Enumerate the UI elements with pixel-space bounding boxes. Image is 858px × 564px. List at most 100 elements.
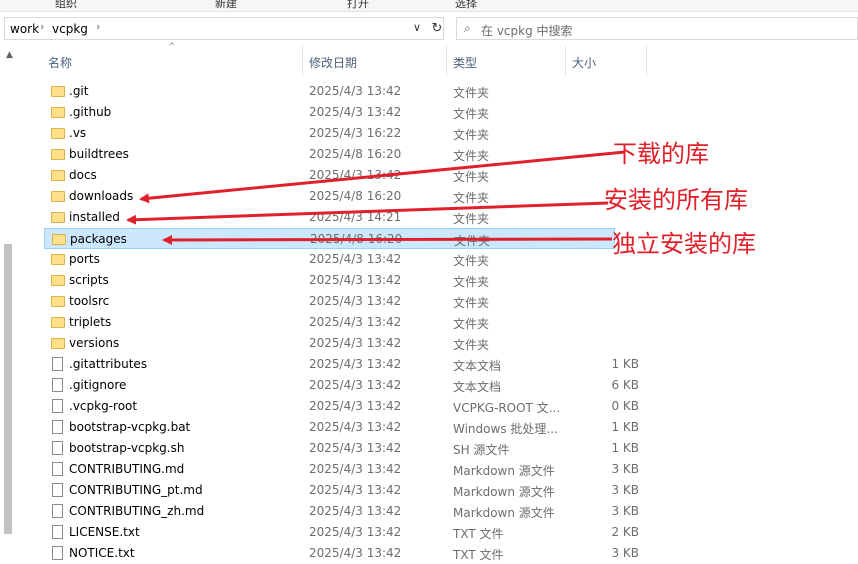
search-input[interactable]: 在 vcpkg 中搜索 (481, 22, 573, 39)
file-icon (51, 399, 65, 414)
file-modified-date: 2025/4/3 13:42 (309, 294, 402, 308)
file-modified-date: 2025/4/3 13:42 (309, 525, 402, 539)
text-file-icon (51, 546, 65, 561)
file-row[interactable]: CONTRIBUTING_pt.md 2025/4/3 13:42 Markdown… (44, 480, 639, 501)
file-type: 文件夹 (453, 317, 490, 331)
file-modified-date: 2025/4/8 16:20 (310, 232, 403, 246)
file-size: 0 KB (611, 399, 639, 413)
file-name: .git (69, 84, 89, 98)
file-name: .gitattributes (69, 357, 148, 371)
breadcrumb-work[interactable]: work (10, 22, 39, 36)
file-type: SH 源文件 (453, 443, 510, 457)
file-name: bootstrap-vcpkg.bat (69, 420, 191, 434)
breadcrumb-chevron-icon[interactable]: › (40, 20, 44, 33)
breadcrumb-vcpkg[interactable]: vcpkg (52, 22, 88, 36)
file-type: Markdown 源文件 (453, 485, 555, 499)
file-row[interactable]: downloads 2025/4/8 16:20 文件夹 (44, 186, 615, 207)
file-modified-date: 2025/4/3 13:42 (309, 504, 402, 518)
file-row[interactable]: LICENSE.txt 2025/4/3 13:42 TXT 文件 2 KB (44, 522, 639, 543)
column-header-size[interactable]: 大小 (566, 48, 646, 76)
file-type: VCPKG-ROOT 文... (453, 401, 561, 415)
column-header-date[interactable]: 修改日期 (303, 48, 445, 76)
file-type: 文件夹 (453, 170, 490, 184)
file-type: 文件夹 (453, 86, 490, 100)
file-name: docs (69, 168, 97, 182)
file-row[interactable]: .vcpkg-root 2025/4/3 13:42 VCPKG-ROOT 文...… (44, 396, 639, 417)
file-type: TXT 文件 (453, 548, 504, 562)
file-size: 1 KB (611, 441, 639, 455)
refresh-icon[interactable]: ↻ (428, 17, 446, 40)
toolbar-new[interactable]: 新建 (215, 0, 237, 11)
file-name: CONTRIBUTING_zh.md (69, 504, 205, 518)
file-row[interactable]: bootstrap-vcpkg.bat 2025/4/3 13:42 Windows… (44, 417, 639, 438)
file-row[interactable]: CONTRIBUTING_zh.md 2025/4/3 13:42 Markdown… (44, 501, 639, 522)
file-name: .github (69, 105, 112, 119)
toolbar-organize[interactable]: 组织 (55, 0, 77, 11)
file-row[interactable]: CONTRIBUTING.md 2025/4/3 13:42 Markdown 源文… (44, 459, 639, 480)
text-file-icon (51, 525, 65, 540)
file-row[interactable]: .gitattributes 2025/4/3 13:42 文本文档 1 KB (44, 354, 639, 375)
file-name: .vs (69, 126, 87, 140)
file-name: CONTRIBUTING.md (69, 462, 185, 476)
file-row[interactable]: .gitignore 2025/4/3 13:42 文本文档 6 KB (44, 375, 639, 396)
file-modified-date: 2025/4/3 13:42 (309, 483, 402, 497)
file-size: 3 KB (611, 504, 639, 518)
file-row[interactable]: versions 2025/4/3 13:42 文件夹 (44, 333, 615, 354)
file-type: 文本文档 (453, 380, 502, 394)
search-box[interactable]: ⌕ 在 vcpkg 中搜索 (456, 17, 858, 40)
toolbar-open[interactable]: 打开 (347, 0, 369, 11)
file-row[interactable]: docs 2025/4/3 13:42 文件夹 (44, 165, 615, 186)
breadcrumb-chevron-icon[interactable]: › (96, 20, 100, 33)
file-row[interactable]: .vs 2025/4/3 16:22 文件夹 (44, 123, 615, 144)
folder-icon (51, 105, 65, 120)
file-row[interactable]: bootstrap-vcpkg.sh 2025/4/3 13:42 SH 源文件 1 … (44, 438, 639, 459)
annotation-downloads: 下载的库 (613, 140, 709, 168)
vertical-scrollbar[interactable]: ▲ (0, 44, 20, 560)
file-modified-date: 2025/4/3 13:42 (309, 420, 402, 434)
file-type: 文件夹 (454, 234, 491, 248)
scrollbar-thumb[interactable] (4, 244, 12, 534)
file-row[interactable]: .git 2025/4/3 13:42 文件夹 (44, 81, 615, 102)
scroll-up-icon[interactable]: ▲ (6, 50, 13, 60)
file-type: 文件夹 (453, 191, 490, 205)
file-modified-date: 2025/4/8 16:20 (309, 189, 402, 203)
file-name: .gitignore (69, 378, 127, 392)
file-modified-date: 2025/4/3 13:42 (309, 315, 402, 329)
file-row[interactable]: scripts 2025/4/3 13:42 文件夹 (44, 270, 615, 291)
file-modified-date: 2025/4/3 13:42 (309, 168, 402, 182)
address-dropdown-icon[interactable]: ∨ (413, 21, 421, 34)
folder-icon (51, 294, 65, 309)
markdown-file-icon (51, 504, 65, 519)
file-row[interactable]: packages 2025/4/8 16:20 文件夹 (44, 228, 615, 249)
address-bar[interactable]: work › vcpkg › ∨ (4, 17, 444, 40)
file-modified-date: 2025/4/3 13:42 (309, 441, 402, 455)
file-row[interactable]: ports 2025/4/3 13:42 文件夹 (44, 249, 615, 270)
file-name: ports (69, 252, 100, 266)
folder-icon (51, 336, 65, 351)
file-size: 2 KB (611, 525, 639, 539)
file-name: .vcpkg-root (69, 399, 138, 413)
file-row[interactable]: buildtrees 2025/4/8 16:20 文件夹 (44, 144, 615, 165)
file-size: 1 KB (611, 357, 639, 371)
file-name: bootstrap-vcpkg.sh (69, 441, 185, 455)
file-type: Windows 批处理... (453, 422, 558, 436)
file-row[interactable]: .github 2025/4/3 13:42 文件夹 (44, 102, 615, 123)
file-size: 3 KB (611, 546, 639, 560)
markdown-file-icon (51, 483, 65, 498)
file-type: 文件夹 (453, 254, 490, 268)
file-modified-date: 2025/4/3 13:42 (309, 105, 402, 119)
folder-icon (51, 147, 65, 162)
file-modified-date: 2025/4/3 13:42 (309, 378, 402, 392)
file-row[interactable]: toolsrc 2025/4/3 13:42 文件夹 (44, 291, 615, 312)
column-divider[interactable] (646, 46, 647, 76)
column-header-type[interactable]: 类型 (447, 48, 565, 76)
file-modified-date: 2025/4/3 13:42 (309, 399, 402, 413)
file-row[interactable]: triplets 2025/4/3 13:42 文件夹 (44, 312, 615, 333)
toolbar-select[interactable]: 选择 (455, 0, 477, 11)
file-name: packages (70, 232, 127, 246)
file-name: downloads (69, 189, 134, 203)
file-row[interactable]: installed 2025/4/3 14:21 文件夹 (44, 207, 615, 228)
file-row[interactable]: NOTICE.txt 2025/4/3 13:42 TXT 文件 3 KB (44, 543, 639, 564)
column-header-name[interactable]: 名称 (44, 48, 302, 76)
text-file-icon (51, 357, 65, 372)
